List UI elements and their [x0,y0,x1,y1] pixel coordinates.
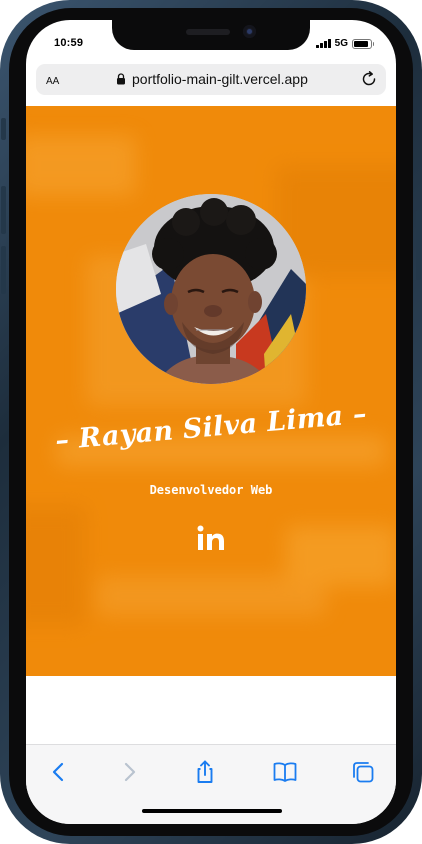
mute-switch [1,118,6,140]
screen: 10:59 5G AA portfolio-main-gilt.vercel.a… [26,20,396,824]
phone-frame: 10:59 5G AA portfolio-main-gilt.vercel.a… [0,0,422,844]
hero-background [26,106,396,676]
hero-section: – Rayan Silva Lima – Desenvolvedor Web [26,106,396,676]
volume-up-button [1,186,6,234]
url-field[interactable]: portfolio-main-gilt.vercel.app [132,71,308,87]
profile-photo [116,194,306,384]
text-size-button[interactable]: AA [46,72,59,87]
profile-role: Desenvolvedor Web [149,483,273,497]
network-label: 5G [334,38,348,49]
battery-icon [352,38,374,49]
linkedin-icon[interactable] [197,524,225,552]
address-bar[interactable]: AA portfolio-main-gilt.vercel.app [36,64,386,95]
tabs-icon[interactable] [350,759,376,785]
notch [112,20,310,50]
browser-toolbar [26,744,396,824]
speaker [186,29,230,35]
forward-icon[interactable] [116,759,142,785]
status-time: 10:59 [54,37,84,49]
power-button [416,210,421,280]
text-size-label: AA [46,76,60,87]
lock-icon [117,73,125,85]
signal-icon [316,39,331,48]
back-icon[interactable] [46,759,72,785]
share-icon[interactable] [192,759,218,785]
volume-down-button [1,246,6,294]
camera-icon [243,25,256,38]
status-indicators: 5G [316,38,374,49]
home-indicator[interactable] [142,809,282,813]
reload-icon[interactable] [360,70,378,88]
bookmarks-icon[interactable] [272,759,298,785]
